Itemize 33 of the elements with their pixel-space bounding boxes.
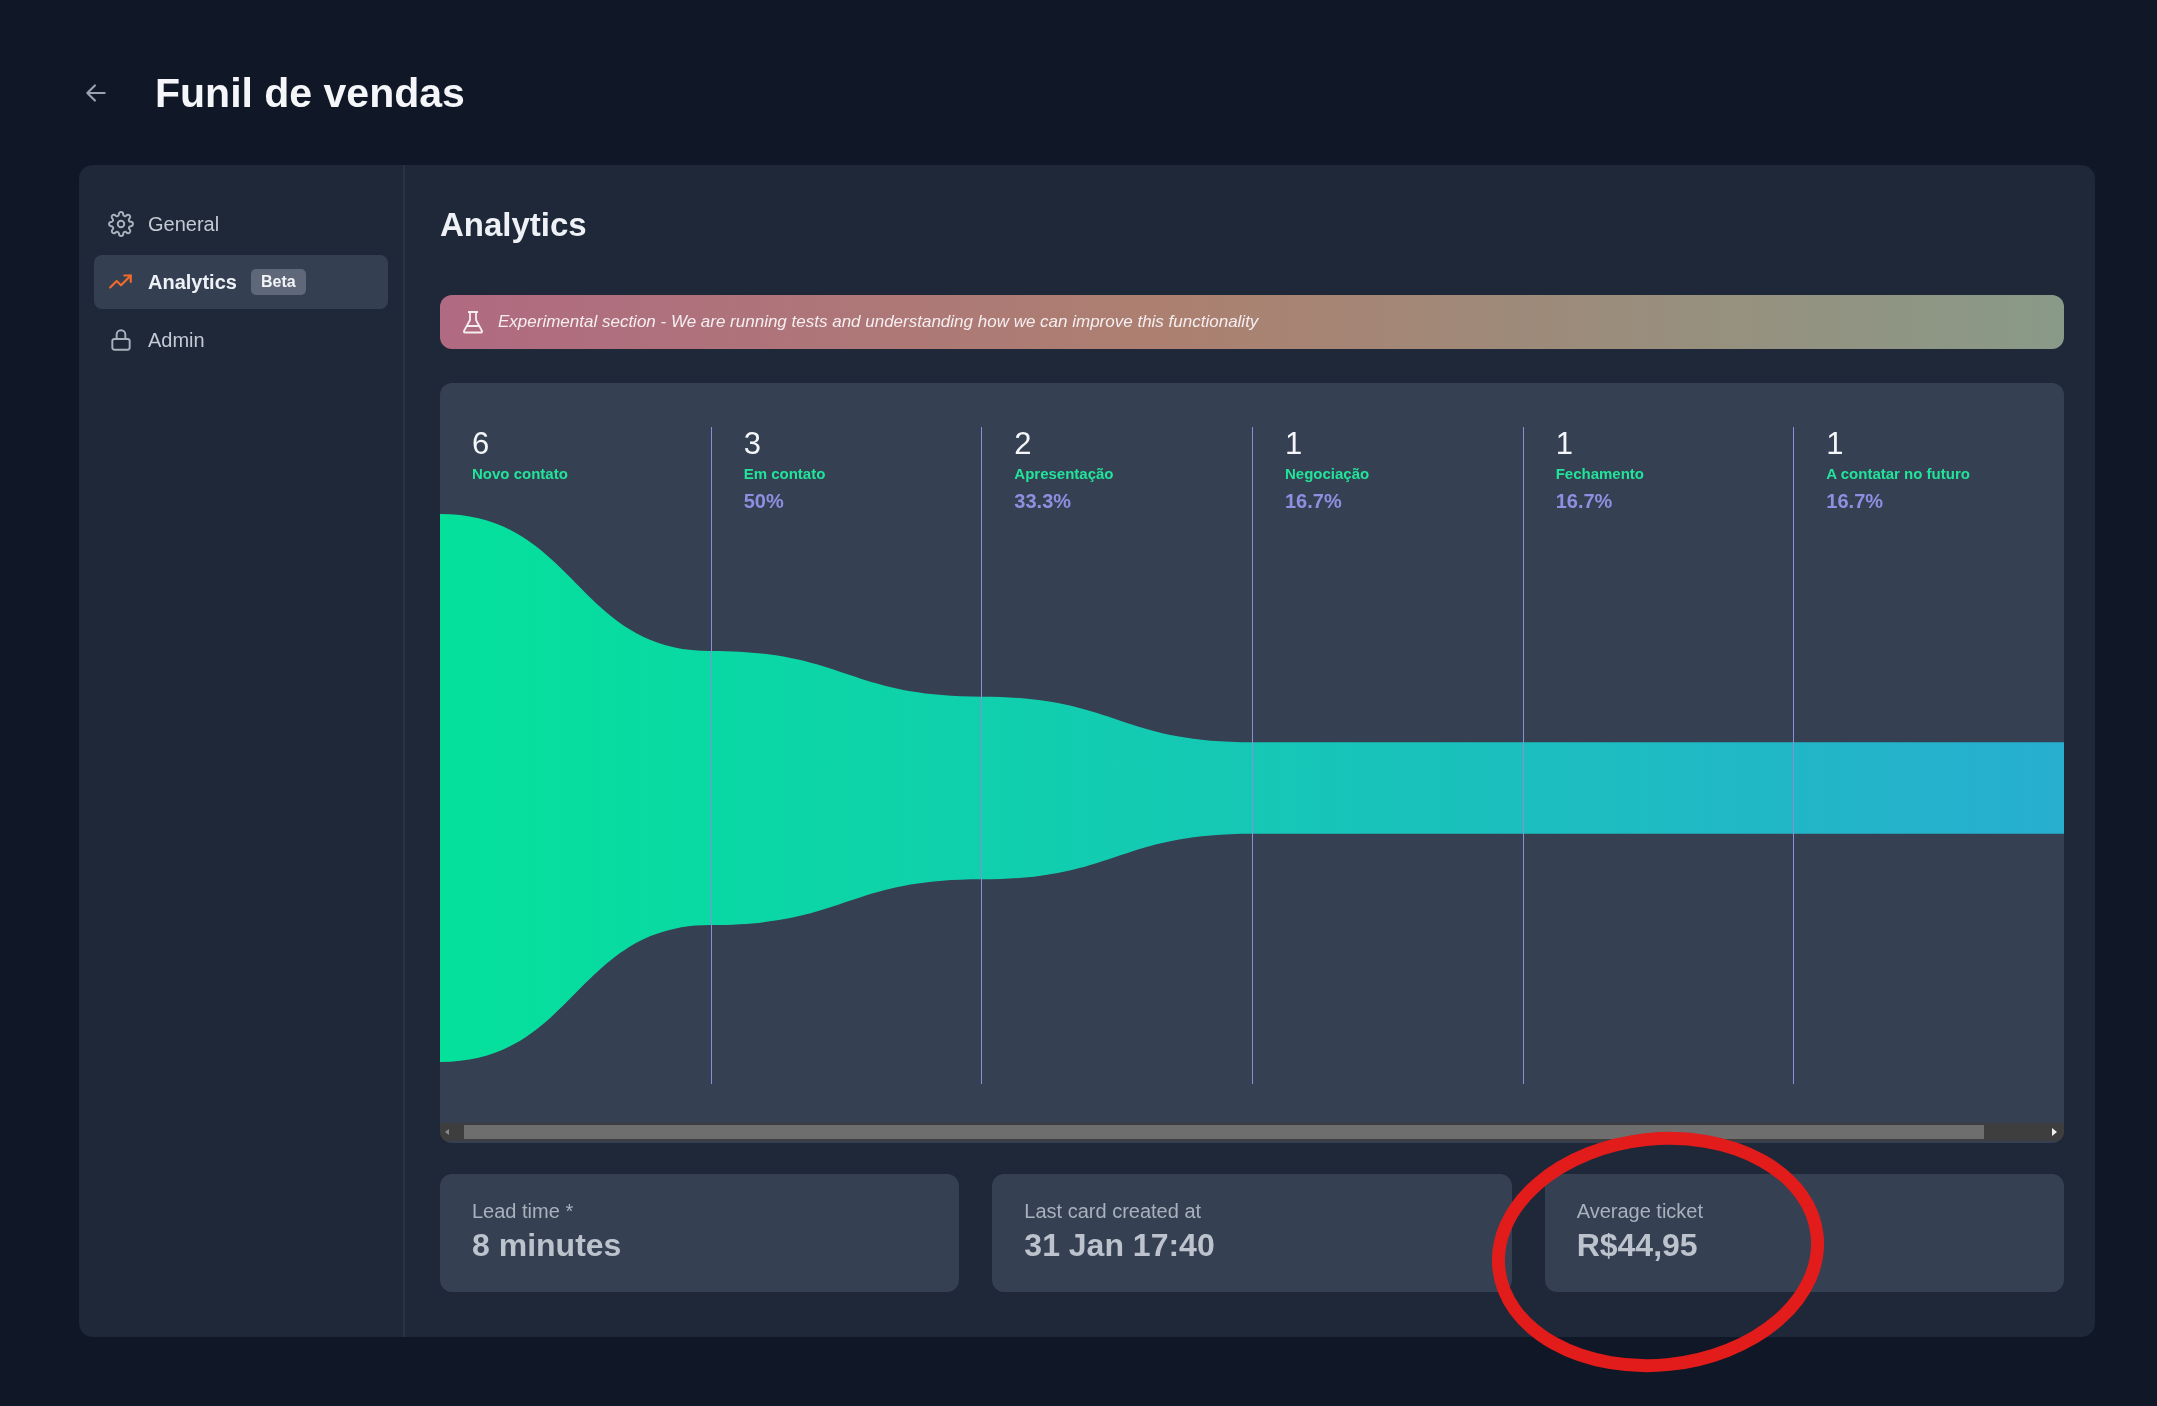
stage-count: 2 <box>1014 427 1032 461</box>
flask-icon <box>462 310 484 334</box>
stat-label: Lead time * <box>472 1200 574 1223</box>
gear-icon <box>108 211 134 237</box>
stat-value: R$44,95 <box>1576 1227 1698 1264</box>
sidebar-item[interactable]: General <box>94 197 388 251</box>
stage-name: A contatar no futuro <box>1826 465 1970 482</box>
sidebar-item[interactable]: Admin <box>94 313 388 367</box>
stage-name: Apresentação <box>1014 465 1114 482</box>
stat-label: Last card created at <box>1024 1200 1202 1223</box>
page-title: Funil de vendas <box>155 69 465 117</box>
beta-badge: Beta <box>250 269 306 295</box>
stage-name: Fechamento <box>1555 465 1644 482</box>
section-title: Analytics <box>440 205 588 245</box>
stage-name: Em contato <box>743 465 826 482</box>
stage-percent: 16.7% <box>1826 490 1884 513</box>
stat-value: 31 Jan 17:40 <box>1024 1227 1215 1264</box>
stage-count: 1 <box>1285 427 1303 461</box>
stage-count: 1 <box>1826 427 1844 461</box>
sidebar-item[interactable]: Analytics Beta <box>94 255 388 309</box>
banner-text: Experimental section - We are running tests and understanding how we can improve this functionality <box>498 312 1259 332</box>
stage-percent: 16.7% <box>1555 490 1613 513</box>
stage-count: 6 <box>472 427 490 461</box>
stat-value: 8 minutes <box>472 1227 622 1264</box>
stage-count: 3 <box>743 427 761 461</box>
stage-name: Novo contato <box>472 465 568 482</box>
stage-percent: 50% <box>743 490 784 513</box>
lock-icon <box>108 327 134 353</box>
stage-count: 1 <box>1555 427 1573 461</box>
stage-name: Negociação <box>1285 465 1370 482</box>
stage-percent: 16.7% <box>1285 490 1342 513</box>
stat-label: Average ticket <box>1576 1200 1704 1223</box>
stage-percent: 33.3% <box>1014 490 1072 513</box>
